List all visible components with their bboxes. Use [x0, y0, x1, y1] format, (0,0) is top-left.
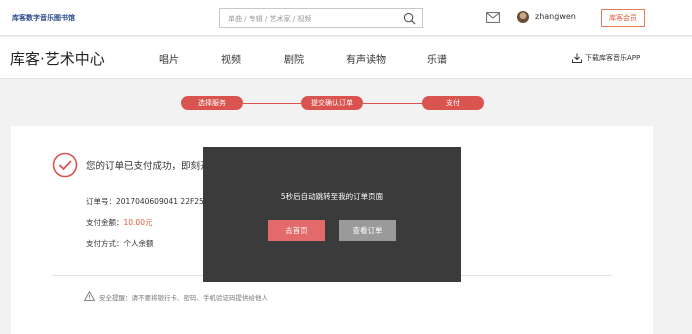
search-icon[interactable] — [403, 12, 416, 25]
mail-icon[interactable] — [486, 12, 500, 23]
brand-link[interactable]: 库客数字音乐图书馆 — [12, 13, 75, 23]
payment-method-row: 支付方式：个人余额 — [86, 238, 154, 249]
avatar[interactable] — [517, 11, 529, 23]
view-order-button[interactable]: 查看订单 — [339, 220, 396, 241]
step-payment: 支付 — [422, 96, 484, 110]
search-box[interactable] — [219, 8, 423, 28]
amount-label: 支付金额： — [86, 218, 124, 227]
nav-item-scores[interactable]: 乐谱 — [427, 51, 447, 66]
nav-item-theater[interactable]: 剧院 — [284, 51, 304, 66]
top-bar: 库客数字音乐图书馆 zhangwen 库客会员 — [0, 0, 692, 36]
amount-value: 10.00元 — [123, 218, 153, 227]
download-icon — [572, 53, 582, 63]
step-connector — [358, 103, 424, 104]
security-warning: 安全提醒：请不要将银行卡、密码、手机验证码提供给他人 — [99, 294, 268, 302]
nav-bar: 库客·艺术中心 唱片 视频 剧院 有声读物 乐谱 下载库客音乐APP — [0, 37, 692, 79]
payment-method-label: 支付方式： — [86, 239, 124, 248]
nav-item-videos[interactable]: 视频 — [221, 51, 241, 66]
site-logo[interactable]: 库客·艺术中心 — [10, 48, 105, 69]
order-number-label: 订单号： — [86, 197, 116, 206]
search-input[interactable] — [228, 12, 398, 25]
payment-method-value: 个人余额 — [123, 239, 154, 248]
warning-icon — [84, 291, 95, 301]
redirect-modal: 5秒后自动跳转至我的订单页面 去首页 查看订单 — [203, 147, 461, 282]
go-home-button[interactable]: 去首页 — [268, 220, 325, 241]
check-circle-icon — [52, 152, 78, 178]
download-app-label: 下载库客音乐APP — [585, 54, 641, 62]
step-select-service: 选择服务 — [181, 96, 243, 110]
download-app-link[interactable]: 下载库客音乐APP — [572, 53, 640, 63]
nav-item-audiobooks[interactable]: 有声读物 — [346, 51, 386, 66]
username[interactable]: zhangwen — [535, 12, 576, 21]
vip-button[interactable]: 库客会员 — [601, 9, 645, 27]
amount-row: 支付金额：10.00元 — [86, 217, 152, 228]
step-connector — [238, 103, 304, 104]
redirect-message: 5秒后自动跳转至我的订单页面 — [280, 192, 384, 201]
nav-item-records[interactable]: 唱片 — [159, 51, 179, 66]
step-submit-order: 提交确认订单 — [301, 96, 363, 110]
